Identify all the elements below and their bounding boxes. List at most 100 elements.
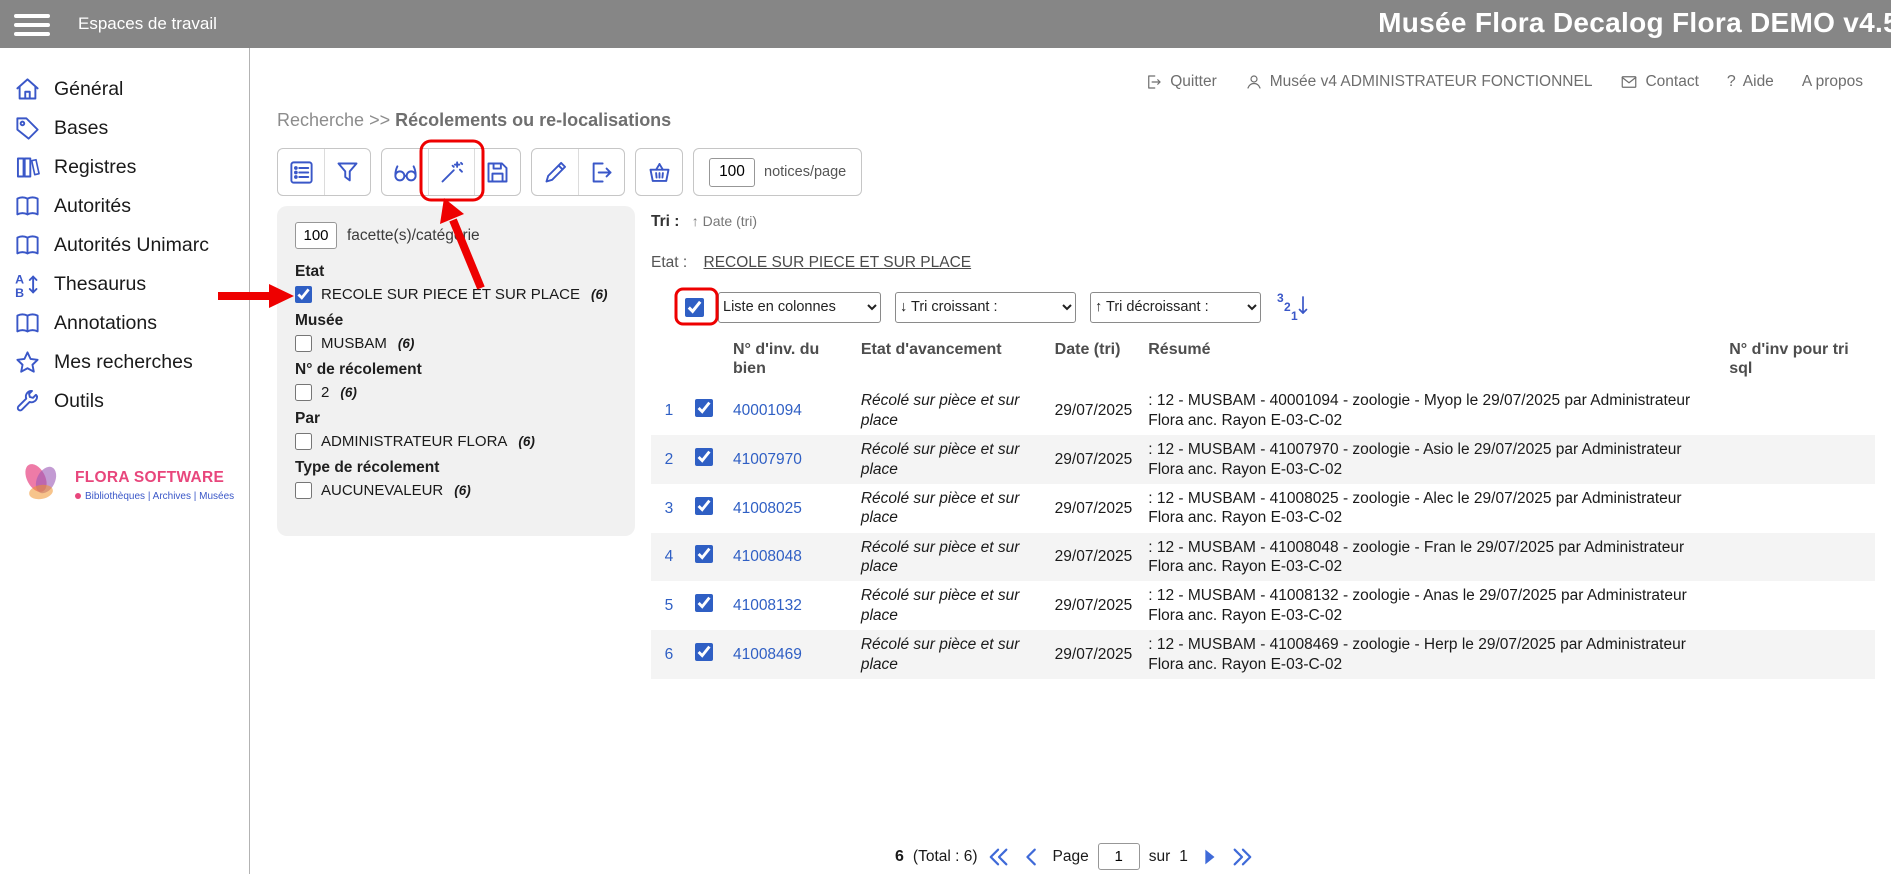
sidebar-item-thesaurus[interactable]: AB Thesaurus bbox=[0, 265, 249, 304]
facet-item-musbam[interactable]: MUSBAM (6) bbox=[295, 335, 617, 352]
next-page-icon[interactable] bbox=[1197, 846, 1221, 868]
table-row: 3 41008025 Récolé sur pièce et sur place… bbox=[651, 484, 1875, 533]
page-number-input[interactable] bbox=[1098, 843, 1140, 870]
toolbar-group-edit bbox=[531, 148, 625, 196]
view-mode-select[interactable]: Liste en colonnes bbox=[718, 292, 881, 323]
sidebar-item-annotations[interactable]: Annotations bbox=[0, 304, 249, 343]
help-link[interactable]: ? Aide bbox=[1727, 73, 1774, 91]
export-icon bbox=[588, 159, 615, 186]
logo-brand-text: FLORA SOFTWARE bbox=[75, 469, 234, 487]
row-sql bbox=[1721, 630, 1875, 679]
filter-button[interactable] bbox=[324, 149, 370, 195]
header-etat: Etat d'avancement bbox=[853, 336, 1047, 386]
sidebar-item-registres[interactable]: Registres bbox=[0, 148, 249, 187]
row-etat: Récolé sur pièce et sur place bbox=[853, 484, 1047, 533]
first-page-icon[interactable] bbox=[987, 846, 1011, 868]
facet-group-par: Par ADMINISTRATEUR FLORA (6) bbox=[295, 410, 617, 450]
facet-group-title: Type de récolement bbox=[295, 459, 617, 477]
sidebar-item-autorites[interactable]: Autorités bbox=[0, 187, 249, 226]
wand-button[interactable] bbox=[428, 149, 474, 195]
sidebar-item-label: Autorités Unimarc bbox=[54, 234, 209, 257]
export-button[interactable] bbox=[578, 149, 624, 195]
row-number: 3 bbox=[651, 484, 687, 533]
row-sql bbox=[1721, 386, 1875, 435]
sidebar-item-general[interactable]: Général bbox=[0, 70, 249, 109]
table-row: 6 41008469 Récolé sur pièce et sur place… bbox=[651, 630, 1875, 679]
logo-dot bbox=[75, 493, 81, 499]
basket-button[interactable] bbox=[636, 149, 682, 195]
facet-count-input[interactable] bbox=[295, 222, 337, 249]
save-button[interactable] bbox=[474, 149, 520, 195]
exit-icon bbox=[1145, 73, 1163, 91]
sort-info-line: Tri : ↑ Date (tri) bbox=[651, 213, 757, 231]
facet-count-row: facette(s)/catégorie bbox=[295, 222, 617, 249]
sort-descending-select[interactable]: ↑ Tri décroissant : bbox=[1090, 292, 1261, 323]
row-date: 29/07/2025 bbox=[1047, 484, 1141, 533]
active-filter-link[interactable]: RECOLE SUR PIECE ET SUR PLACE bbox=[704, 254, 972, 271]
sidebar-item-mes-recherches[interactable]: Mes recherches bbox=[0, 343, 249, 382]
star-icon bbox=[14, 349, 41, 376]
user-account[interactable]: Musée v4 ADMINISTRATEUR FONCTIONNEL bbox=[1245, 73, 1593, 91]
facet-checkbox[interactable] bbox=[295, 433, 312, 450]
about-link[interactable]: A propos bbox=[1802, 73, 1863, 91]
breadcrumb-separator: >> bbox=[369, 110, 390, 130]
facet-checkbox[interactable] bbox=[295, 286, 312, 303]
row-checkbox[interactable] bbox=[695, 497, 713, 515]
results-table: N° d'inv. du bien Etat d'avancement Date… bbox=[651, 336, 1875, 679]
sort-numeric-icon[interactable]: 3 2 1 bbox=[1275, 291, 1311, 323]
row-checkbox[interactable] bbox=[695, 545, 713, 563]
facet-checkbox[interactable] bbox=[295, 335, 312, 352]
facet-group-num-recolement: N° de récolement 2 (6) bbox=[295, 361, 617, 401]
sort-info-label: Tri : bbox=[651, 213, 679, 230]
facet-item-label: AUCUNEVALEUR bbox=[321, 482, 443, 499]
facet-item-count: (6) bbox=[518, 434, 535, 449]
sort-ascending-select[interactable]: ↓ Tri croissant : bbox=[895, 292, 1076, 323]
quit-link[interactable]: Quitter bbox=[1145, 73, 1217, 91]
inv-number-link[interactable]: 41008025 bbox=[733, 500, 802, 517]
sidebar-item-outils[interactable]: Outils bbox=[0, 382, 249, 421]
header-checkbox bbox=[687, 336, 725, 386]
notices-per-page-input[interactable] bbox=[709, 158, 755, 187]
row-checkbox[interactable] bbox=[695, 594, 713, 612]
workspace-label[interactable]: Espaces de travail bbox=[78, 14, 217, 34]
basket-icon bbox=[646, 159, 673, 186]
facet-item-recole[interactable]: RECOLE SUR PIECE ET SUR PLACE (6) bbox=[295, 286, 617, 303]
page-of-label: sur bbox=[1149, 848, 1171, 866]
table-row: 5 41008132 Récolé sur pièce et sur place… bbox=[651, 581, 1875, 630]
last-page-icon[interactable] bbox=[1230, 846, 1254, 868]
view-records-button[interactable] bbox=[382, 149, 428, 195]
facet-group-title: N° de récolement bbox=[295, 361, 617, 379]
row-resume: : 12 - MUSBAM - 41008048 - zoologie - Fr… bbox=[1140, 533, 1721, 582]
magic-wand-icon bbox=[438, 159, 465, 186]
row-checkbox[interactable] bbox=[695, 399, 713, 417]
inv-number-link[interactable]: 41008048 bbox=[733, 548, 802, 565]
sidebar-item-bases[interactable]: Bases bbox=[0, 109, 249, 148]
row-checkbox[interactable] bbox=[695, 448, 713, 466]
facet-item-aucunevaleur[interactable]: AUCUNEVALEUR (6) bbox=[295, 482, 617, 499]
breadcrumb: Recherche >> Récolements ou re-localisat… bbox=[277, 110, 671, 131]
wrench-icon bbox=[14, 388, 41, 415]
sidebar-item-autorites-unimarc[interactable]: Autorités Unimarc bbox=[0, 226, 249, 265]
list-display-button[interactable] bbox=[278, 149, 324, 195]
facet-item-count: (6) bbox=[454, 483, 471, 498]
row-date: 29/07/2025 bbox=[1047, 386, 1141, 435]
hamburger-menu-icon[interactable] bbox=[14, 9, 50, 41]
edit-button[interactable] bbox=[532, 149, 578, 195]
select-all-checkbox[interactable] bbox=[685, 298, 704, 317]
facet-item-admin-flora[interactable]: ADMINISTRATEUR FLORA (6) bbox=[295, 433, 617, 450]
facet-checkbox[interactable] bbox=[295, 384, 312, 401]
facet-group-etat: Etat RECOLE SUR PIECE ET SUR PLACE (6) bbox=[295, 263, 617, 303]
row-sql bbox=[1721, 581, 1875, 630]
contact-link[interactable]: Contact bbox=[1620, 73, 1698, 91]
inv-number-link[interactable]: 41008469 bbox=[733, 646, 802, 663]
breadcrumb-section[interactable]: Recherche bbox=[277, 110, 364, 130]
facet-checkbox[interactable] bbox=[295, 482, 312, 499]
row-number: 5 bbox=[651, 581, 687, 630]
inv-number-link[interactable]: 41008132 bbox=[733, 597, 802, 614]
inv-number-link[interactable]: 41007970 bbox=[733, 451, 802, 468]
row-checkbox[interactable] bbox=[695, 643, 713, 661]
previous-page-icon[interactable] bbox=[1020, 846, 1044, 868]
facet-item-2[interactable]: 2 (6) bbox=[295, 384, 617, 401]
sidebar-item-label: Mes recherches bbox=[54, 351, 193, 374]
inv-number-link[interactable]: 40001094 bbox=[733, 402, 802, 419]
